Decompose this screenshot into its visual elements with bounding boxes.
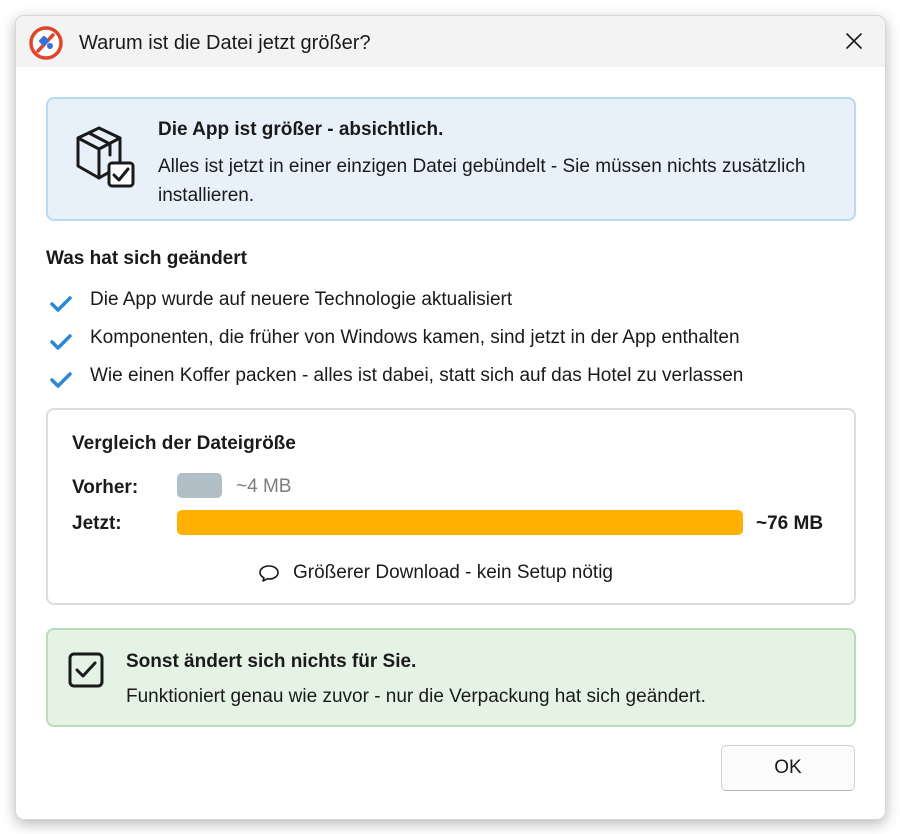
now-label: Jetzt: [72, 513, 122, 534]
before-size-bar [177, 473, 222, 498]
now-size-bar-track [177, 510, 743, 535]
app-logo-icon [29, 26, 63, 60]
changes-heading: Was hat sich geändert [46, 248, 247, 269]
change-item-text: Wie einen Koffer packen - alles ist dabe… [90, 365, 744, 386]
ok-button[interactable]: OK [721, 745, 855, 791]
change-item-text: Komponenten, die früher von Windows kame… [90, 327, 740, 348]
change-item-text: Die App wurde auf neuere Technologie akt… [90, 289, 513, 310]
size-comparison-card: Vergleich der Dateigröße Vorher: ~4 MB J… [46, 408, 856, 605]
info-title: Die App ist größer - absichtlich. [158, 119, 444, 140]
comparison-title: Vergleich der Dateigröße [72, 433, 296, 454]
checkmark-icon [50, 334, 72, 350]
dialog-window: Warum ist die Datei jetzt größer? Die Ap… [15, 15, 886, 820]
before-size-value: ~4 MB [236, 476, 292, 497]
now-size-value: ~76 MB [756, 513, 824, 534]
close-icon [846, 33, 862, 49]
close-button[interactable] [838, 27, 870, 57]
checkbox-checked-icon [68, 652, 104, 688]
before-label: Vorher: [72, 477, 139, 498]
window-title: Warum ist die Datei jetzt größer? [79, 32, 371, 54]
title-bar: Warum ist die Datei jetzt größer? [16, 16, 885, 67]
info-banner: Die App ist größer - absichtlich. Alles … [46, 97, 856, 221]
package-check-icon [76, 126, 135, 188]
download-note-text: Größerer Download - kein Setup nötig [293, 562, 613, 583]
speech-bubble-icon [259, 565, 279, 582]
now-size-bar [177, 510, 743, 535]
reassurance-banner: Sonst ändert sich nichts für Sie. Funkti… [46, 628, 856, 727]
info-text: Alles ist jetzt in einer einzigen Datei … [158, 156, 806, 206]
checkmark-icon [50, 296, 72, 312]
reassurance-text: Funktioniert genau wie zuvor - nur die V… [126, 686, 706, 707]
checkmark-icon [50, 372, 72, 388]
reassurance-title: Sonst ändert sich nichts für Sie. [126, 651, 417, 672]
